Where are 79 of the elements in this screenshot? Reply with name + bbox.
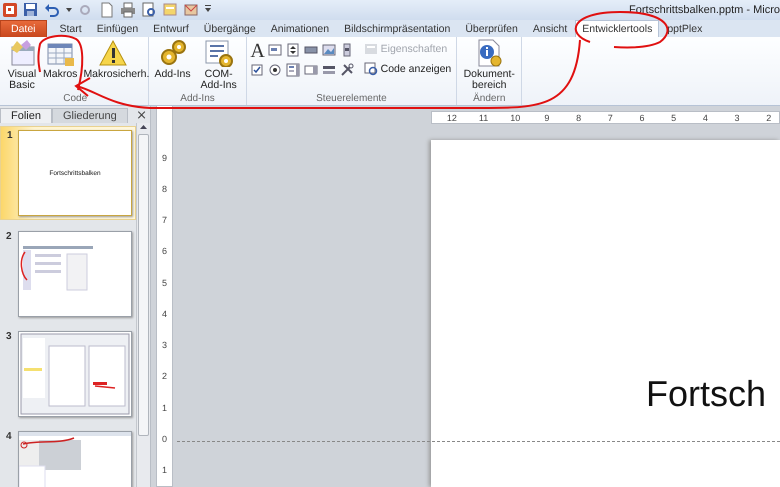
list-gear-icon <box>204 39 234 67</box>
ruler-number: 12 <box>446 112 458 123</box>
ruler-number: 0 <box>160 433 168 446</box>
ribbon-button[interactable]: Makros <box>41 37 80 80</box>
undo-icon[interactable] <box>44 2 60 18</box>
ruler-number: 3 <box>734 112 741 123</box>
ruler-number: 4 <box>702 112 709 123</box>
ribbon-tab[interactable]: Animationen <box>264 20 336 37</box>
ruler-number: 11 <box>478 112 490 123</box>
ruler-number: 9 <box>160 152 168 165</box>
group-label: Add-Ins <box>179 92 216 105</box>
ruler-number: 9 <box>543 112 550 123</box>
group-label: Steuerelemente <box>315 92 388 105</box>
slide-title: Fortsch <box>646 372 766 416</box>
slide-number: 1 <box>7 130 14 141</box>
slide-item[interactable]: 3 <box>0 328 136 420</box>
scroll-up-icon[interactable] <box>139 123 148 131</box>
ruler-number: 7 <box>606 112 614 123</box>
printer-icon[interactable] <box>120 2 136 18</box>
ribbon-button[interactable]: Code anzeigen <box>362 61 454 77</box>
ruler-number: 8 <box>575 112 582 123</box>
ruler-number: 8 <box>160 182 168 196</box>
ribbon-tab[interactable]: Entwurf <box>146 20 196 37</box>
ribbon-tab[interactable]: Entwicklertools <box>575 20 660 37</box>
ribbon-tab[interactable]: Bildschirmpräsentation <box>337 20 458 37</box>
pane-tab[interactable]: Folien <box>0 108 52 123</box>
combobox-icon[interactable] <box>304 63 318 77</box>
document-icon[interactable] <box>162 2 178 18</box>
ruler-number: 7 <box>160 214 168 228</box>
ribbon-tab[interactable]: Start <box>52 20 89 37</box>
ribbon-button[interactable]: Visual Basic <box>5 37 39 91</box>
ruler-number: 5 <box>160 276 168 290</box>
slide-item[interactable]: 4 <box>0 428 136 487</box>
ribbon-button[interactable]: Add-Ins <box>152 37 193 80</box>
group-label: Code <box>62 92 88 105</box>
checkbox-icon[interactable] <box>250 63 264 77</box>
scrollbar[interactable] <box>136 123 150 487</box>
ribbon-button[interactable]: COM-Add-Ins <box>194 37 243 91</box>
print-preview-icon[interactable] <box>141 2 157 18</box>
slide-number: 2 <box>6 231 13 242</box>
ruler-number: 2 <box>765 112 772 123</box>
ribbon-tab[interactable]: Einfügen <box>90 20 146 37</box>
save-icon[interactable] <box>23 2 39 18</box>
warning-icon <box>98 39 128 67</box>
ruler-number: 1 <box>160 464 168 478</box>
ribbon-button[interactable]: Dokument-bereich <box>460 37 518 91</box>
app-icon <box>2 2 18 18</box>
slide-number: 3 <box>6 331 13 342</box>
window-title: Fortschrittsbalken.pptm - Micro <box>629 4 780 16</box>
ruler-number: 6 <box>160 245 168 258</box>
close-button[interactable]: × <box>133 108 150 123</box>
code-window-icon <box>364 62 378 76</box>
ribbon-tab[interactable]: Ansicht <box>526 20 574 37</box>
new-document-icon[interactable] <box>99 2 115 18</box>
ruler-number: 5 <box>670 112 678 123</box>
ruler-number: 1 <box>160 402 168 415</box>
ruler-number: 3 <box>160 339 168 352</box>
spin-button-icon[interactable] <box>286 43 300 57</box>
ruler-number: 2 <box>160 370 168 384</box>
toggle-button-icon[interactable] <box>322 63 336 77</box>
ruler-number: 10 <box>509 112 522 123</box>
slide-item[interactable]: 2 <box>0 228 136 320</box>
ribbon-tab[interactable]: pptPlex <box>660 20 710 37</box>
ribbon-tab[interactable]: Übergänge <box>196 20 263 37</box>
tools-icon[interactable] <box>340 63 354 77</box>
ruler-number: 4 <box>160 308 168 321</box>
textbox-icon[interactable] <box>268 43 282 57</box>
scroll-thumb[interactable] <box>138 134 149 436</box>
label-control-button[interactable]: A <box>250 43 266 59</box>
group-label: Ändern <box>472 92 506 105</box>
properties-icon <box>364 42 378 56</box>
image-icon[interactable] <box>322 43 336 57</box>
option-button-icon[interactable] <box>268 63 282 77</box>
ribbon-tab[interactable]: Überprüfen <box>458 20 525 37</box>
file-tab[interactable]: Datei <box>0 20 47 37</box>
listbox-icon[interactable] <box>286 63 300 77</box>
ruler-number: 6 <box>638 112 646 123</box>
slide-number: 4 <box>6 431 13 442</box>
pane-tab[interactable]: Gliederung <box>52 108 128 123</box>
